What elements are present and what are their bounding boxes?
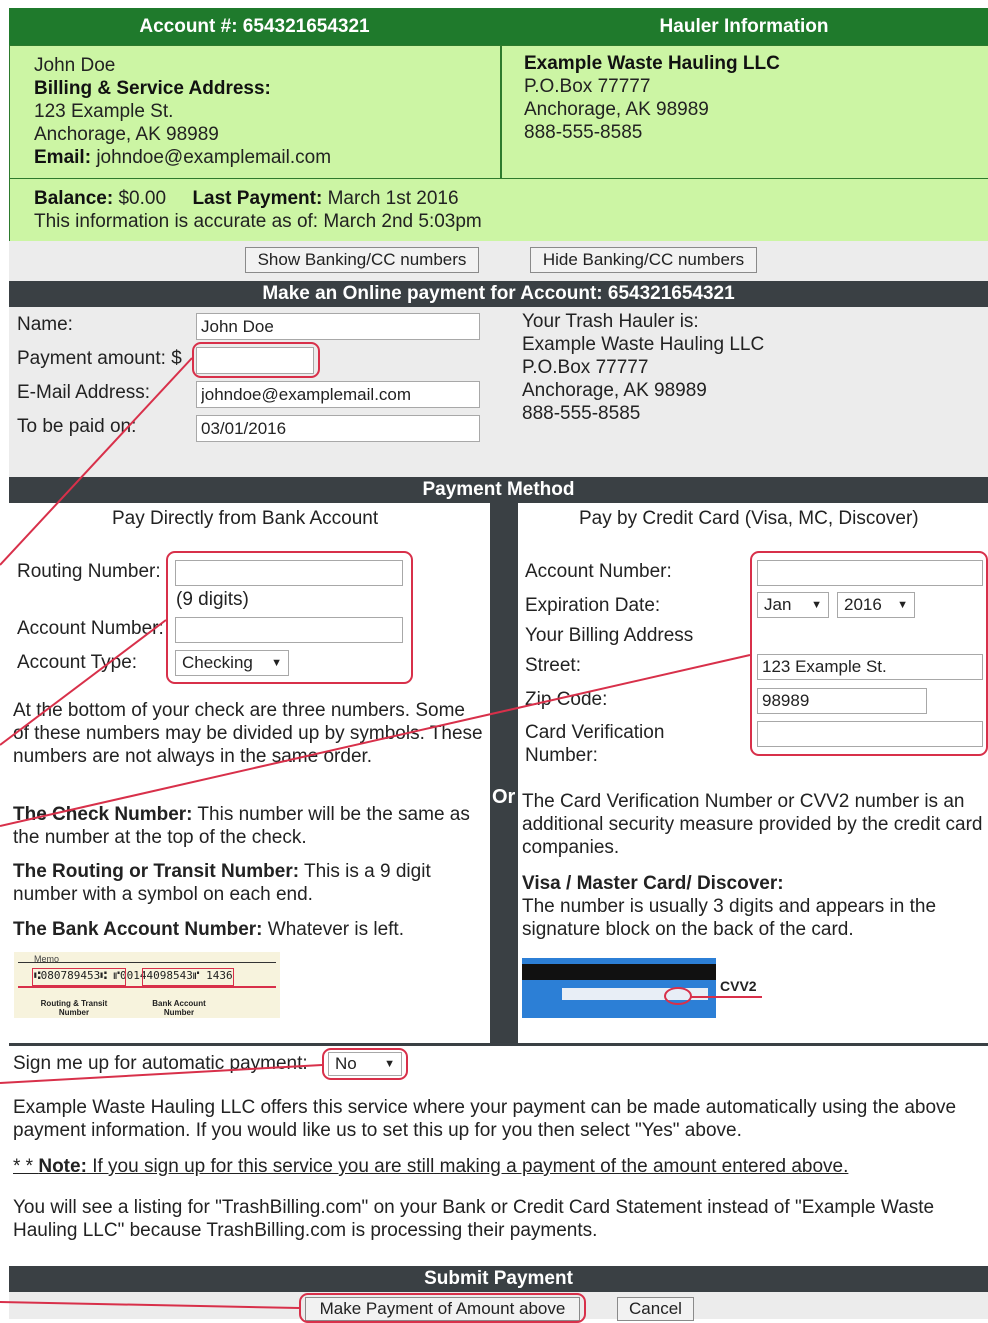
annotation-lines xyxy=(0,357,751,1309)
